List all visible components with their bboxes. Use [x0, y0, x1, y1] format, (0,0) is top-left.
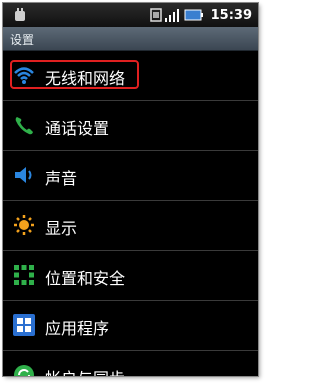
title-bar: 设置 [3, 27, 258, 51]
settings-item-display[interactable]: 显示 [3, 201, 258, 251]
speaker-icon [15, 167, 32, 183]
signal-icon [164, 9, 179, 22]
settings-item-wireless[interactable]: 无线和网络 [3, 51, 258, 101]
settings-item-sound[interactable]: 声音 [3, 151, 258, 201]
settings-item-label: 位置和安全 [45, 269, 126, 288]
sync-icon [14, 365, 34, 376]
status-bar: 15:39 [3, 3, 258, 27]
settings-item-label: 声音 [45, 169, 78, 188]
settings-item-accounts-sync[interactable]: 帐户与同步 [3, 351, 258, 376]
settings-item-label: 通话设置 [45, 119, 110, 138]
brightness-icon [14, 215, 34, 235]
location-grid-icon [14, 265, 34, 285]
settings-item-label: 帐户与同步 [45, 365, 125, 376]
settings-item-location-security[interactable]: 位置和安全 [3, 251, 258, 301]
settings-list: 无线和网络 通话设置 声音 显示 位置和安全 应用程序 [3, 51, 258, 376]
status-time: 15:39 [210, 7, 252, 23]
phone-icon [15, 117, 33, 135]
wifi-icon [14, 67, 34, 84]
settings-item-label: 无线和网络 [45, 69, 126, 88]
settings-item-label: 显示 [45, 219, 78, 238]
settings-item-call[interactable]: 通话设置 [3, 101, 258, 151]
settings-item-applications[interactable]: 应用程序 [3, 301, 258, 351]
sim-icon [149, 8, 162, 22]
apps-icon [13, 314, 35, 336]
settings-item-label: 应用程序 [45, 319, 110, 338]
phone-screen: 15:39 设置 无线和网络 通话设置 声音 显示 位置和安全 应用程序 [2, 2, 259, 377]
page-title: 设置 [10, 33, 35, 47]
battery-icon [184, 9, 203, 21]
usb-icon [15, 8, 25, 21]
